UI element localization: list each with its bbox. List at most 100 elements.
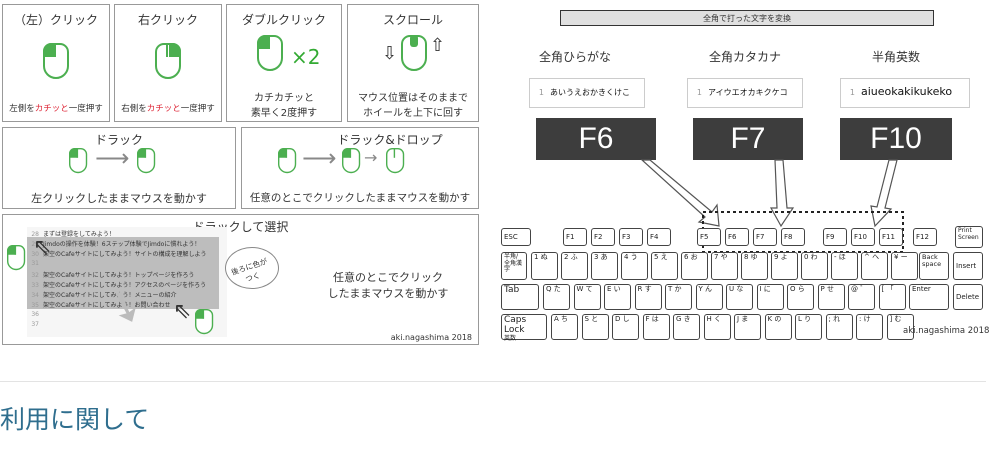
card-caption: 任意のとこでクリックしたままマウスを動かす: [249, 192, 471, 204]
function-key: F1: [563, 228, 587, 246]
mouse-left-icon: [342, 148, 361, 174]
letter-key: D し: [612, 314, 639, 340]
card-caption-line2: したままマウスを動かす: [327, 287, 449, 300]
number-key: 2 ふ: [561, 252, 588, 280]
mouse-left-icon: [195, 309, 214, 335]
line-number: 35: [31, 302, 39, 310]
print-screen-key: Print Screen: [955, 226, 983, 248]
drag-arrow-icon: ⟶: [302, 144, 337, 172]
function-key: F2: [591, 228, 615, 246]
function-key: F12: [913, 228, 937, 246]
number-key: ¥ ー: [891, 252, 918, 280]
number-key: 0 わ: [801, 252, 828, 280]
cursor-start-icon: ⇖: [33, 235, 52, 260]
letter-key: J ま: [734, 314, 761, 340]
mouse-right-icon: [155, 43, 181, 79]
line-text: 架空のCafeサイトにしてみよう！サイトの構成を理解しよう: [43, 251, 207, 259]
caps-lock-key: Caps Lock 英数: [501, 314, 547, 341]
letter-key: I に: [756, 284, 784, 310]
function-key: F4: [647, 228, 671, 246]
letter-key: U な: [726, 284, 753, 310]
letter-key: R す: [634, 284, 662, 310]
line-number: 34: [31, 292, 39, 300]
letter-key: ; れ: [825, 314, 853, 340]
card-left-click: （左）クリック 左側をカチッと一度押す: [2, 4, 110, 122]
code-line: 30 架空のCafeサイトにしてみよう！サイトの構成を理解しよう: [27, 249, 227, 259]
number-key: 3 あ: [591, 252, 618, 280]
hankaku-key: 半角/全角漢字: [501, 252, 527, 280]
card-drag-select: ドラックして選択 28 まずは登録をしてみよう！ 29 Jimdoの操作を体験！6ステ…: [2, 214, 479, 345]
letter-key: Q た: [543, 284, 570, 310]
number-key: 6 お: [681, 252, 708, 280]
code-line: 31: [27, 260, 227, 270]
letter-key: F は: [642, 314, 670, 340]
card-title: （左）クリック: [13, 13, 98, 27]
scroll-down-arrow-icon: ⇩: [382, 43, 398, 64]
code-line: 28 まずは登録をしてみよう！: [27, 229, 227, 239]
number-key: 7 や: [711, 252, 738, 280]
card-scroll: スクロール ⇩ ⇧ マウス位置はそのままで ホイールを上下に回す: [347, 4, 479, 122]
card-caption-line1: カチカチッと: [254, 93, 314, 104]
card-caption-line1: マウス位置はそのままで: [358, 93, 468, 104]
line-number: 31: [31, 259, 39, 267]
mouse-left-icon: [7, 245, 26, 271]
letter-key: : け: [856, 314, 883, 340]
credit-text: aki.nagashima 2018: [903, 326, 990, 336]
card-drag: ドラック ⟶ 左クリックしたままマウスを動かす: [2, 127, 236, 209]
letter-key: @ ゛: [848, 284, 875, 310]
card-right-click: 右クリック 右側をカチッと一度押す: [114, 4, 222, 122]
right-illustration: 全角で打った文字を変換 全角ひらがな 全角カタカナ 半角英数 1 あいうえおかきく…: [497, 0, 1001, 348]
letter-key: S と: [581, 314, 609, 340]
code-line: 32 架空のCafeサイトにしてみよう！トップページを作ろう: [27, 270, 227, 280]
number-key: 1 ぬ: [531, 252, 558, 280]
mouse-left-icon: [69, 148, 88, 174]
line-text: まずは登録をしてみよう！: [43, 231, 115, 238]
letter-key: H く: [703, 314, 731, 340]
cursor-end-icon: ⇖: [173, 299, 192, 324]
function-key: F6: [725, 228, 749, 246]
card-caption-line1: 任意のとこでクリック: [333, 271, 443, 284]
card-caption: 左側をカチッと一度押す: [9, 104, 103, 114]
esc-key: ESC: [501, 228, 531, 246]
enter-key: Enter: [909, 284, 949, 310]
letter-key: Y ん: [695, 284, 723, 310]
drag-arrow-icon: ⟶: [95, 144, 130, 172]
card-title: スクロール: [382, 13, 443, 27]
letter-key: O ら: [787, 284, 814, 310]
mouse-left-icon: [137, 148, 156, 174]
function-key: F8: [781, 228, 805, 246]
letter-key: A ち: [551, 314, 578, 340]
section-heading: 利用に関して: [0, 405, 150, 434]
mouse-left-icon: [43, 43, 69, 79]
number-key: 9 よ: [771, 252, 798, 280]
card-title: ダブルクリック: [241, 13, 326, 27]
card-caption: 左クリックしたままマウスを動かす: [31, 192, 207, 205]
drop-arrow-icon: →: [364, 148, 378, 167]
number-key: 5 え: [651, 252, 678, 280]
function-key: F5: [697, 228, 721, 246]
scroll-up-arrow-icon: ⇧: [430, 35, 446, 56]
function-key: F7: [753, 228, 777, 246]
letter-key: G き: [673, 314, 700, 340]
letter-key: T か: [665, 284, 692, 310]
mouse-left-icon: [257, 35, 283, 71]
function-key: F11: [879, 228, 903, 246]
backspace-key: Back space: [919, 252, 949, 280]
credit-text: aki.nagashima 2018: [390, 333, 472, 342]
letter-key: [ 「: [878, 284, 906, 310]
function-key: F10: [851, 228, 875, 246]
times-two-label: ×2: [291, 45, 321, 69]
number-key: ^ へ: [861, 252, 888, 280]
card-drag-and-drop: ドラック&ドロップ ⟶ → 任意のとこでクリックしたままマウスを動かす: [241, 127, 479, 209]
card-caption-line2: ホイールを上下に回す: [363, 108, 463, 119]
card-caption: 右側をカチッと一度押す: [121, 104, 215, 114]
line-number: 32: [31, 271, 39, 279]
line-number: 37: [31, 320, 39, 328]
divider: [0, 381, 986, 382]
card-double-click: ダブルクリック ×2 カチカチッと 素早く2度押す: [226, 4, 342, 122]
letter-key: L り: [795, 314, 822, 340]
mouse-left-icon: [278, 148, 297, 174]
card-caption-line2: 素早く2度押す: [250, 108, 318, 119]
left-illustration: （左）クリック 左側をカチッと一度押す 右クリック 右側をカチッと一度押す ダブ…: [0, 0, 484, 348]
number-key: 4 う: [621, 252, 648, 280]
